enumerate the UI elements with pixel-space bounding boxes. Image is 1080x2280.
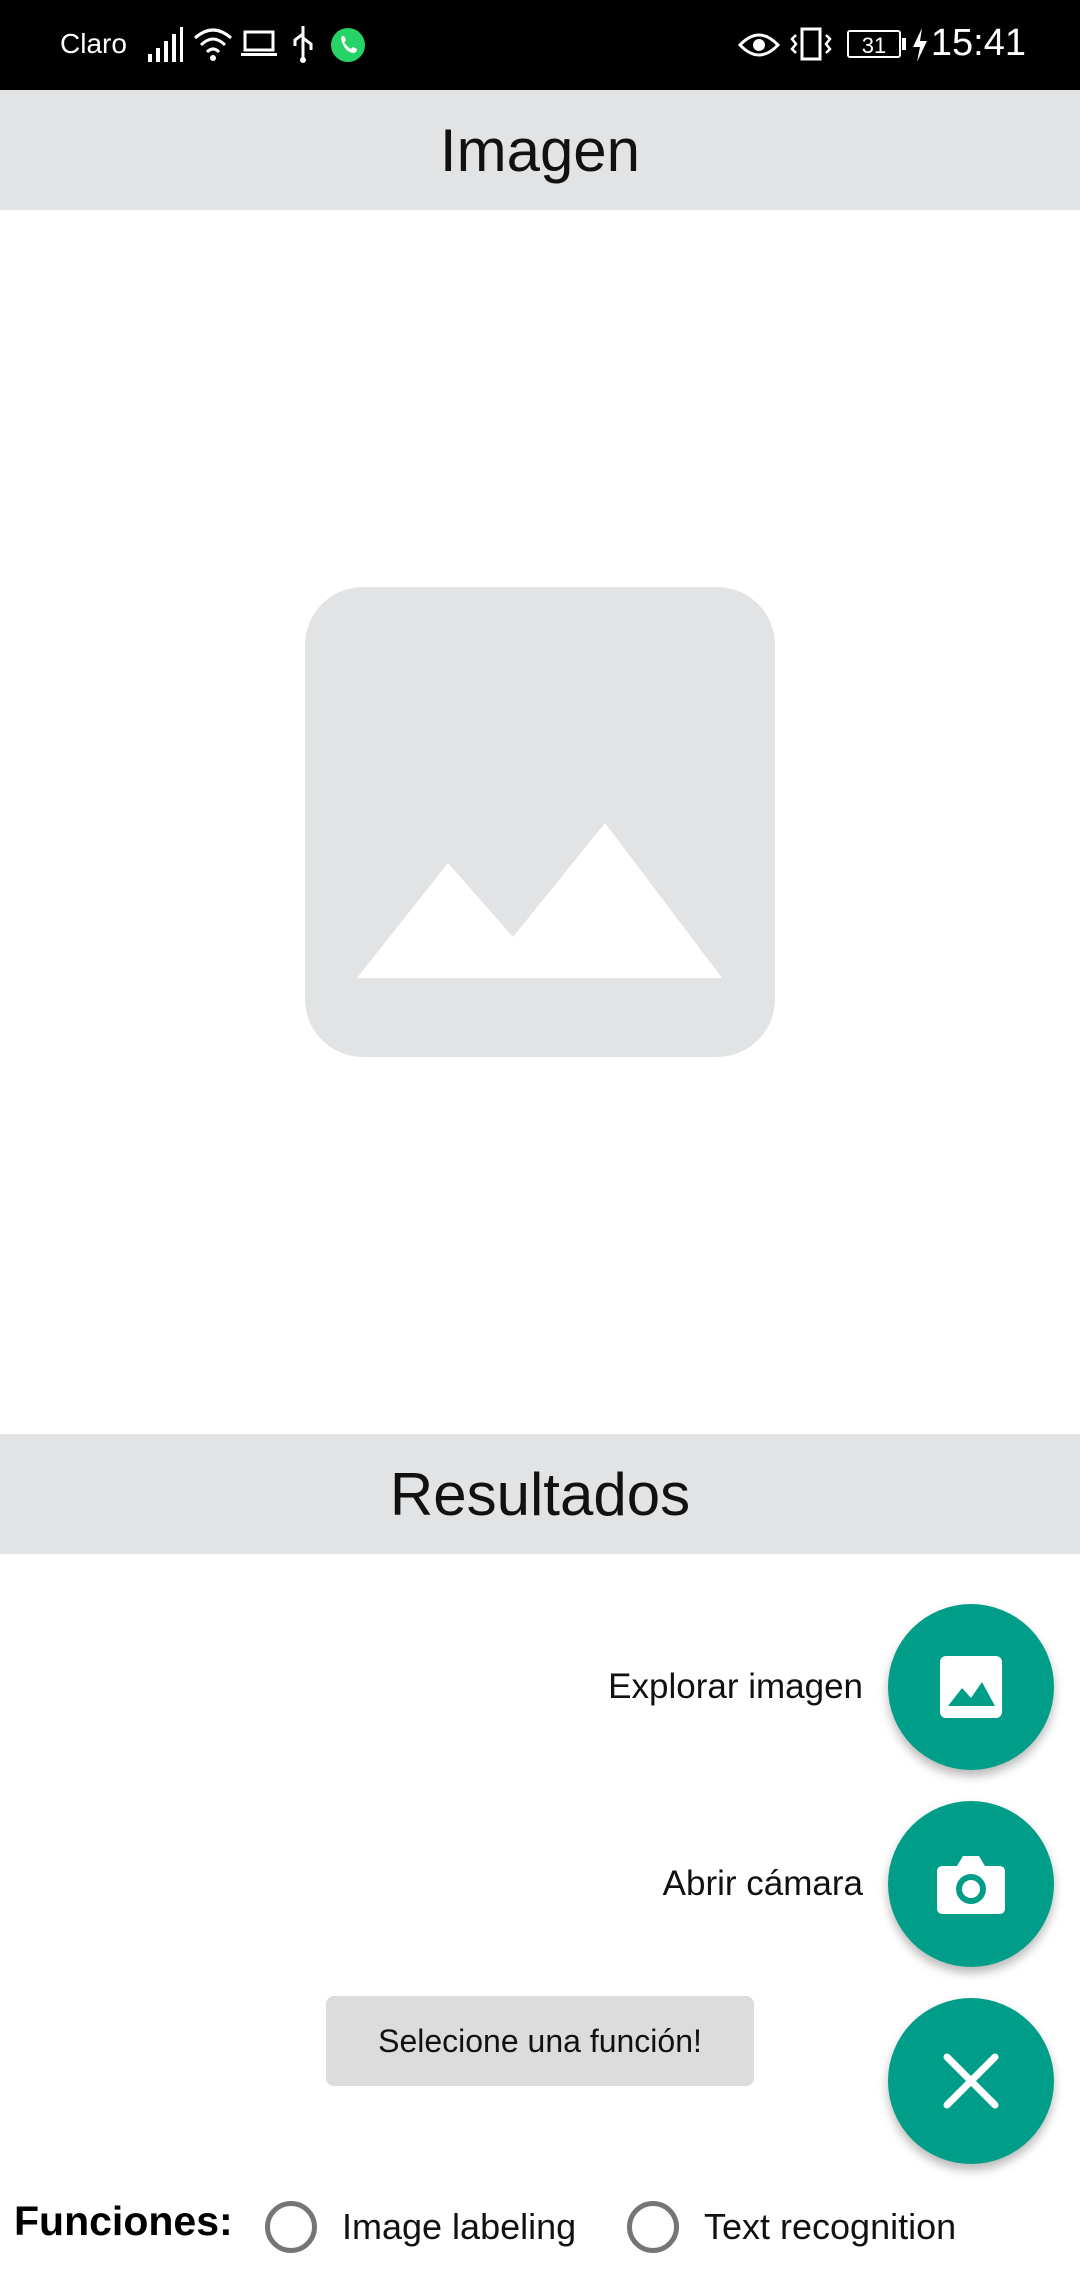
status-bar: Claro 31 15:41 bbox=[0, 0, 1080, 90]
image-section-title: Imagen bbox=[439, 116, 641, 184]
whatsapp-icon bbox=[331, 28, 365, 62]
open-camera-button[interactable] bbox=[888, 1801, 1054, 1967]
image-labeling-radio[interactable] bbox=[265, 2201, 317, 2253]
results-section-title: Resultados bbox=[389, 1460, 691, 1528]
battery-icon: 31 bbox=[847, 30, 901, 58]
toast-message: Selecione una función! bbox=[326, 1996, 754, 2086]
camera-icon bbox=[937, 1856, 1005, 1914]
image-section-header: Imagen bbox=[0, 90, 1080, 210]
laptop-icon bbox=[241, 30, 277, 56]
carrier-label: Claro bbox=[60, 28, 127, 59]
clock: 15:41 bbox=[930, 22, 1026, 64]
image-icon bbox=[940, 1656, 1002, 1718]
image-placeholder bbox=[305, 587, 775, 1057]
usb-icon bbox=[293, 26, 313, 63]
signal-icon bbox=[148, 27, 183, 62]
toast-text: Selecione una función! bbox=[378, 2022, 702, 2059]
explore-image-button[interactable] bbox=[888, 1604, 1054, 1770]
close-menu-button[interactable] bbox=[888, 1998, 1054, 2164]
functions-label: Funciones: bbox=[14, 2198, 233, 2244]
eye-icon bbox=[738, 33, 780, 57]
charging-icon bbox=[913, 28, 927, 62]
battery-level: 31 bbox=[861, 33, 887, 58]
text-recognition-label[interactable]: Text recognition bbox=[704, 2206, 956, 2248]
explore-image-label[interactable]: Explorar imagen bbox=[608, 1667, 863, 1707]
results-section-header: Resultados bbox=[0, 1434, 1080, 1554]
wifi-icon bbox=[194, 28, 232, 61]
close-icon bbox=[943, 2053, 999, 2109]
battery-tip bbox=[902, 38, 906, 50]
open-camera-label[interactable]: Abrir cámara bbox=[663, 1864, 863, 1904]
image-labeling-label[interactable]: Image labeling bbox=[342, 2206, 576, 2248]
text-recognition-radio[interactable] bbox=[627, 2201, 679, 2253]
image-placeholder-icon bbox=[357, 823, 722, 978]
vibrate-icon bbox=[790, 27, 832, 61]
